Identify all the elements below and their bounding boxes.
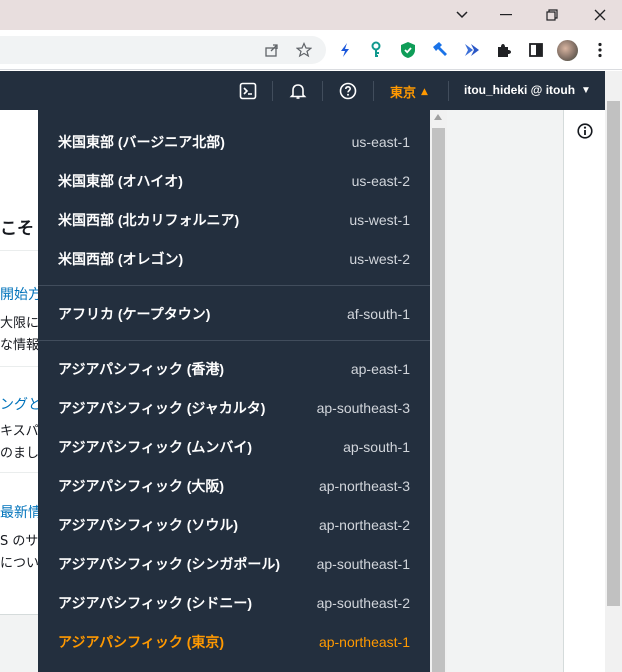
region-group-divider — [38, 340, 430, 341]
region-option-code: ap-northeast-1 — [318, 633, 410, 650]
region-option-ap-southeast-3[interactable]: アジアパシフィック (ジャカルタ) ap-southeast-3 — [38, 388, 430, 427]
region-dropdown: 米国東部 (バージニア北部) us-east-1 米国東部 (オハイオ) us-eas… — [38, 110, 447, 672]
page-scrollbar-thumb[interactable] — [607, 101, 620, 606]
profile-avatar[interactable] — [557, 40, 578, 61]
training-link[interactable]: ングと — [0, 394, 40, 414]
aws-top-nav: 東京 ▲ itou_hideki @ itouh ▼ — [0, 71, 605, 110]
region-option-code: ap-southeast-1 — [316, 555, 410, 572]
card-text: のまし — [0, 446, 40, 461]
hammer-extension-icon[interactable] — [430, 40, 450, 60]
card-divider — [0, 366, 40, 367]
account-label: itou_hideki @ itouh — [464, 83, 576, 97]
welcome-card: こそ 開始方法 大限に な情報を ングと キスパ のまし 最新情 S のサ につ… — [0, 110, 40, 615]
restore-icon[interactable] — [530, 0, 574, 30]
region-option-code: us-west-1 — [349, 211, 410, 228]
region-option-name: 米国西部 (オレゴン) — [58, 250, 184, 267]
share-icon[interactable] — [262, 40, 282, 60]
region-option-code: us-east-1 — [351, 133, 410, 150]
region-option-code: ap-northeast-2 — [318, 516, 410, 533]
browser-toolbar — [0, 30, 622, 70]
tools-panel — [563, 110, 605, 672]
region-option-name: 米国西部 (北カリフォルニア) — [58, 211, 240, 228]
scroll-up-icon[interactable] — [434, 114, 442, 120]
region-option-name: 米国東部 (バージニア北部) — [58, 133, 225, 150]
dropdown-scrollbar[interactable] — [430, 110, 447, 672]
page-scrollbar[interactable] — [605, 71, 622, 672]
bell-icon[interactable] — [287, 80, 309, 102]
bolt-extension-icon[interactable] — [335, 40, 355, 60]
region-option-name: アジアパシフィック (ジャカルタ) — [58, 399, 266, 416]
region-option-ap-southeast-2[interactable]: アジアパシフィック (シドニー) ap-southeast-2 — [38, 583, 430, 622]
region-option-ap-east-1[interactable]: アジアパシフィック (香港) ap-east-1 — [38, 349, 430, 388]
info-icon[interactable] — [577, 123, 593, 143]
region-option-ap-south-1[interactable]: アジアパシフィック (ムンバイ) ap-south-1 — [38, 427, 430, 466]
star-icon[interactable] — [294, 40, 314, 60]
whats-new-link[interactable]: 最新情 — [0, 502, 40, 522]
region-option-code: ap-southeast-3 — [316, 399, 410, 416]
region-option-name: アジアパシフィック (大阪) — [58, 477, 225, 494]
key-extension-icon[interactable] — [366, 40, 386, 60]
region-selector-button[interactable]: 東京 ▲ — [390, 82, 428, 101]
card-text: につい — [0, 556, 40, 571]
region-option-us-west-1[interactable]: 米国西部 (北カリフォルニア) us-west-1 — [38, 200, 430, 239]
region-option-name: アジアパシフィック (香港) — [58, 360, 225, 377]
account-menu-button[interactable]: itou_hideki @ itouh ▼ — [464, 83, 591, 97]
region-option-ap-northeast-1[interactable]: アジアパシフィック (東京) ap-northeast-1 — [38, 622, 430, 661]
minimize-icon[interactable] — [484, 0, 528, 30]
browser-titlebar — [0, 0, 622, 30]
puzzle-icon[interactable] — [494, 40, 514, 60]
region-option-code: af-south-1 — [346, 305, 410, 322]
region-option-name: アフリカ (ケープタウン) — [58, 305, 211, 322]
region-selector-label: 東京 — [390, 86, 417, 101]
sidepanel-icon[interactable] — [526, 40, 546, 60]
region-option-code: ap-northeast-3 — [318, 477, 410, 494]
region-option-ap-southeast-1[interactable]: アジアパシフィック (シンガポール) ap-southeast-1 — [38, 544, 430, 583]
region-option-us-east-1[interactable]: 米国東部 (バージニア北部) us-east-1 — [38, 122, 430, 161]
card-divider — [0, 472, 40, 473]
region-option-name: アジアパシフィック (ムンバイ) — [58, 438, 253, 455]
region-option-code: us-west-2 — [349, 250, 410, 267]
cloudshell-icon[interactable] — [237, 80, 259, 102]
region-option-code: ap-south-1 — [343, 438, 410, 455]
region-option-code: ap-southeast-2 — [316, 594, 410, 611]
help-icon[interactable] — [337, 80, 359, 102]
card-text: な情報を — [0, 338, 40, 353]
region-option-code: ap-east-1 — [350, 360, 410, 377]
nav-separator — [448, 81, 449, 101]
getting-started-link[interactable]: 開始方法 — [0, 284, 40, 304]
region-option-name: アジアパシフィック (東京) — [58, 633, 225, 650]
card-text: 大限に — [0, 316, 40, 331]
region-option-ap-northeast-3[interactable]: アジアパシフィック (大阪) ap-northeast-3 — [38, 466, 430, 505]
caret-down-icon: ▼ — [581, 84, 591, 96]
welcome-title: こそ — [0, 219, 34, 239]
region-group-divider — [38, 285, 430, 286]
close-icon[interactable] — [578, 0, 622, 30]
card-text: S のサ — [0, 534, 39, 549]
region-option-ap-northeast-2[interactable]: アジアパシフィック (ソウル) ap-northeast-2 — [38, 505, 430, 544]
region-option-us-west-2[interactable]: 米国西部 (オレゴン) us-west-2 — [38, 239, 430, 278]
card-divider — [0, 250, 40, 251]
nav-separator — [322, 81, 323, 101]
tab-search-icon[interactable] — [440, 0, 484, 30]
nav-separator — [272, 81, 273, 101]
kebab-menu-icon[interactable] — [590, 40, 610, 60]
region-option-us-east-2[interactable]: 米国東部 (オハイオ) us-east-2 — [38, 161, 430, 200]
dropdown-scrollbar-thumb[interactable] — [432, 128, 445, 672]
card-text: キスパ — [0, 424, 39, 439]
region-option-name: アジアパシフィック (シンガポール) — [58, 555, 281, 572]
region-option-name: アジアパシフィック (シドニー) — [58, 594, 253, 611]
region-option-af-south-1[interactable]: アフリカ (ケープタウン) af-south-1 — [38, 294, 430, 333]
region-option-name: 米国東部 (オハイオ) — [58, 172, 183, 189]
caret-up-icon: ▲ — [421, 86, 428, 97]
arrows-extension-icon[interactable] — [462, 40, 482, 60]
region-option-name: アジアパシフィック (ソウル) — [58, 516, 239, 533]
shield-extension-icon[interactable] — [398, 40, 418, 60]
nav-separator — [373, 81, 374, 101]
region-option-code: us-east-2 — [351, 172, 410, 189]
